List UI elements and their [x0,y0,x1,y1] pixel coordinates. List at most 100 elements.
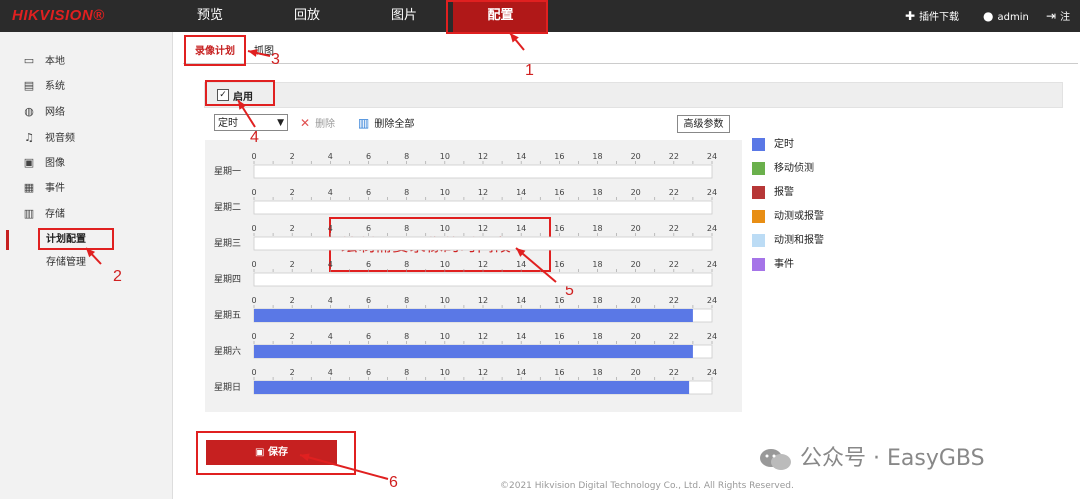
time-tick-label: 2 [290,368,295,377]
time-tick-label: 10 [440,152,450,161]
time-tick-label: 16 [554,152,564,161]
time-tick-label: 4 [328,296,333,305]
time-tick-label: 14 [516,332,526,341]
time-tick-label: 12 [478,368,488,377]
time-tick-label: 18 [592,152,602,161]
time-tick-label: 2 [290,332,295,341]
time-tick-label: 0 [251,368,256,377]
time-tick-label: 20 [631,188,641,197]
time-tick-label: 10 [440,332,450,341]
time-tick-label: 12 [478,224,488,233]
time-tick-label: 24 [707,152,717,161]
time-tick-label: 22 [669,152,679,161]
day-label: 星期四 [214,274,241,285]
time-tick-label: 20 [631,260,641,269]
time-tick-label: 22 [669,296,679,305]
time-tick-label: 10 [440,260,450,269]
time-tick-label: 18 [592,224,602,233]
time-tick-label: 22 [669,260,679,269]
time-tick-label: 22 [669,332,679,341]
time-tick-label: 8 [404,296,409,305]
annotation-arrow-3-head [248,49,258,57]
time-tick-label: 24 [707,188,717,197]
time-tick-label: 6 [366,368,371,377]
annotation-arrow-6 [299,454,389,480]
day-timeline [253,236,713,251]
time-tick-label: 18 [592,296,602,305]
time-tick-label: 10 [440,188,450,197]
time-tick-label: 4 [328,332,333,341]
time-tick-label: 12 [478,260,488,269]
time-tick-label: 22 [669,368,679,377]
time-tick-label: 6 [366,152,371,161]
time-tick-label: 0 [251,260,256,269]
time-tick-label: 0 [251,188,256,197]
time-tick-label: 12 [478,332,488,341]
time-tick-label: 16 [554,332,564,341]
time-tick-label: 0 [251,224,256,233]
time-tick-label: 16 [554,260,564,269]
time-tick-label: 16 [554,224,564,233]
time-tick-label: 14 [516,224,526,233]
time-tick-label: 16 [554,296,564,305]
time-tick-label: 6 [366,296,371,305]
time-tick-label: 6 [366,332,371,341]
day-label: 星期一 [214,166,241,177]
time-tick-label: 2 [290,188,295,197]
time-tick-label: 20 [631,224,641,233]
time-tick-label: 16 [554,188,564,197]
day-timeline [253,200,713,215]
time-tick-label: 18 [592,260,602,269]
time-tick-label: 18 [592,368,602,377]
time-tick-label: 20 [631,332,641,341]
time-tick-label: 8 [404,152,409,161]
time-tick-label: 8 [404,188,409,197]
time-tick-label: 4 [328,368,333,377]
time-tick-label: 10 [440,368,450,377]
time-tick-label: 8 [404,368,409,377]
time-tick-label: 14 [516,188,526,197]
time-tick-label: 2 [290,152,295,161]
day-label: 星期五 [214,310,241,321]
schedule-segment [254,381,690,394]
time-tick-label: 18 [592,188,602,197]
time-tick-label: 4 [328,188,333,197]
time-tick-label: 2 [290,260,295,269]
time-tick-label: 24 [707,260,717,269]
time-tick-label: 2 [290,224,295,233]
time-tick-label: 8 [404,260,409,269]
time-tick-label: 10 [440,224,450,233]
time-tick-label: 2 [290,296,295,305]
time-tick-label: 14 [516,260,526,269]
time-tick-label: 0 [251,332,256,341]
time-tick-label: 12 [478,152,488,161]
time-tick-label: 20 [631,296,641,305]
time-tick-label: 22 [669,224,679,233]
time-tick-label: 14 [516,368,526,377]
time-tick-label: 22 [669,188,679,197]
time-tick-label: 14 [516,152,526,161]
time-tick-label: 0 [251,152,256,161]
time-tick-label: 24 [707,368,717,377]
day-label: 星期六 [214,345,241,357]
time-tick-label: 6 [366,224,371,233]
time-tick-label: 8 [404,224,409,233]
time-tick-label: 6 [366,260,371,269]
time-tick-label: 10 [440,296,450,305]
time-tick-label: 12 [478,296,488,305]
time-tick-label: 24 [707,332,717,341]
time-tick-label: 24 [707,224,717,233]
time-tick-label: 0 [251,296,256,305]
time-tick-label: 14 [516,296,526,305]
day-label: 星期三 [214,238,241,249]
time-tick-label: 18 [592,332,602,341]
time-tick-label: 20 [631,152,641,161]
day-timeline [253,272,713,287]
time-tick-label: 12 [478,188,488,197]
time-tick-label: 24 [707,296,717,305]
time-tick-label: 4 [328,152,333,161]
day-timeline [253,164,713,179]
time-tick-label: 4 [328,260,333,269]
schedule-segment [254,309,693,322]
schedule-overlay: 0 2 4 6 8 10 12 14 16 18 20 22 24星期一0 2 4 6 8 10 12 14 16 18 2… [85,32,717,480]
